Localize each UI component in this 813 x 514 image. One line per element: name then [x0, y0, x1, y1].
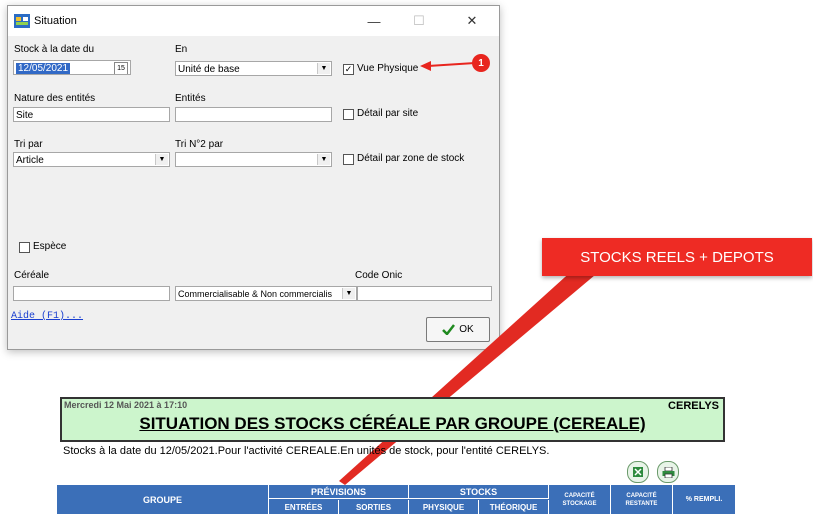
report-title: SITUATION DES STOCKS CÉRÉALE PAR GROUPE … [139, 414, 646, 433]
marker-arrowhead [420, 61, 431, 71]
col-theorique: THÉORIQUE [479, 500, 549, 514]
col-capacite-stockage: CAPACITÉ STOCKAGE [549, 485, 611, 514]
print-icon[interactable] [657, 461, 679, 483]
report-company: CERELYS [668, 400, 719, 412]
export-excel-icon[interactable] [627, 461, 649, 483]
col-sorties: SORTIES [339, 500, 409, 514]
col-pct-rempli: % REMPLI. [685, 496, 723, 503]
col-stocks: STOCKS [409, 485, 549, 499]
col-capacite-restante: CAPACITÉ RESTANTE [611, 485, 673, 514]
col-previsions: PRÉVISIONS [269, 485, 409, 499]
col-groupe: GROUPE [57, 485, 269, 514]
table-header: GROUPE PRÉVISIONS ENTRÉES SORTIES STOCKS… [57, 485, 735, 514]
col-entrees: ENTRÉES [269, 500, 339, 514]
col-physique: PHYSIQUE [409, 500, 479, 514]
marker-badge: 1 [472, 54, 490, 72]
marker-arrow-line [427, 62, 476, 67]
report-timestamp: Mercredi 12 Mai 2021 à 17:10 [64, 400, 188, 410]
callout-box: STOCKS REELS + DEPOTS [542, 238, 812, 276]
report-subtitle: Stocks à la date du 12/05/2021.Pour l'ac… [63, 445, 550, 457]
report-header: Mercredi 12 Mai 2021 à 17:10 CERELYS SIT… [60, 397, 725, 442]
